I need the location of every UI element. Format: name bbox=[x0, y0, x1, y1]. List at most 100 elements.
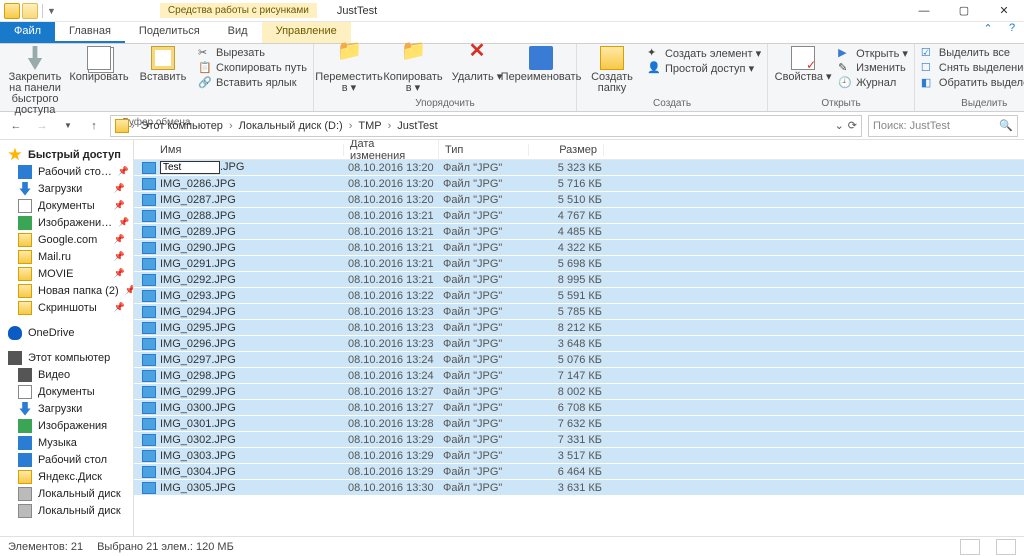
rename-input[interactable] bbox=[160, 161, 220, 174]
search-icon[interactable]: 🔍 bbox=[999, 119, 1013, 132]
delete-button[interactable]: ✕Удалить ▾ bbox=[448, 46, 506, 83]
file-row[interactable]: IMG_0298.JPG 08.10.2016 13:24 Файл "JPG"… bbox=[134, 368, 1024, 384]
column-headers[interactable]: Имя Дата изменения Тип Размер bbox=[134, 140, 1024, 160]
address-bar[interactable]: › Этот компьютер › Локальный диск (D:) ›… bbox=[110, 115, 862, 137]
nav-item[interactable]: Google.com📌 bbox=[0, 231, 133, 248]
chevron-right-icon[interactable]: › bbox=[229, 120, 233, 132]
nav-item[interactable]: Локальный диск bbox=[0, 502, 133, 519]
nav-item[interactable]: Новая папка (2)📌 bbox=[0, 282, 133, 299]
file-row[interactable]: IMG_0301.JPG 08.10.2016 13:28 Файл "JPG"… bbox=[134, 416, 1024, 432]
tab-home[interactable]: Главная bbox=[55, 22, 125, 43]
file-row[interactable]: IMG_0289.JPG 08.10.2016 13:21 Файл "JPG"… bbox=[134, 224, 1024, 240]
chevron-right-icon[interactable]: › bbox=[131, 120, 135, 132]
nav-item[interactable]: Видео bbox=[0, 366, 133, 383]
nav-item[interactable]: Документы bbox=[0, 383, 133, 400]
nav-item[interactable]: Скриншоты📌 bbox=[0, 299, 133, 316]
nav-item[interactable]: Загрузки bbox=[0, 400, 133, 417]
properties-button[interactable]: Свойства ▾ bbox=[774, 46, 832, 83]
nav-item[interactable]: Рабочий стол bbox=[0, 451, 133, 468]
nav-quick-access[interactable]: Быстрый доступ bbox=[0, 146, 133, 163]
file-row[interactable]: IMG_0297.JPG 08.10.2016 13:24 Файл "JPG"… bbox=[134, 352, 1024, 368]
file-row[interactable]: IMG_0290.JPG 08.10.2016 13:21 Файл "JPG"… bbox=[134, 240, 1024, 256]
file-list[interactable]: .JPG 08.10.2016 13:20 Файл "JPG" 5 323 К… bbox=[134, 160, 1024, 536]
file-row[interactable]: IMG_0303.JPG 08.10.2016 13:29 Файл "JPG"… bbox=[134, 448, 1024, 464]
easyaccess-button[interactable]: 👤Простой доступ ▾ bbox=[647, 61, 761, 75]
search-input[interactable]: Поиск: JustTest 🔍 bbox=[868, 115, 1018, 137]
minimize-button[interactable]: — bbox=[904, 0, 944, 22]
view-thumbs-button[interactable] bbox=[996, 539, 1016, 555]
history-button[interactable]: 🕘Журнал bbox=[838, 76, 908, 90]
maximize-button[interactable]: ▢ bbox=[944, 0, 984, 22]
forward-button[interactable]: → bbox=[32, 116, 52, 136]
refresh-icon[interactable]: ⟳ bbox=[848, 119, 857, 132]
edit-button[interactable]: ✎Изменить bbox=[838, 61, 908, 75]
qat-dropdown-icon[interactable]: ▼ bbox=[47, 6, 56, 16]
moveto-button[interactable]: 📁Переместить в ▾ bbox=[320, 46, 378, 94]
nav-item[interactable]: Загрузки📌 bbox=[0, 180, 133, 197]
back-button[interactable]: ← bbox=[6, 116, 26, 136]
file-row[interactable]: IMG_0292.JPG 08.10.2016 13:21 Файл "JPG"… bbox=[134, 272, 1024, 288]
nav-item[interactable]: Документы📌 bbox=[0, 197, 133, 214]
newitem-button[interactable]: ✦Создать элемент ▾ bbox=[647, 46, 761, 60]
col-name[interactable]: Имя bbox=[134, 144, 344, 156]
col-type[interactable]: Тип bbox=[439, 144, 529, 156]
paste-button[interactable]: Вставить bbox=[134, 46, 192, 83]
invertselect-button[interactable]: ◧Обратить выделение bbox=[921, 76, 1024, 90]
copy-button[interactable]: Копировать bbox=[70, 46, 128, 83]
rename-button[interactable]: Переименовать bbox=[512, 46, 570, 83]
tab-file[interactable]: Файл bbox=[0, 22, 55, 43]
nav-item[interactable]: Изображения bbox=[0, 417, 133, 434]
cut-button[interactable]: ✂Вырезать bbox=[198, 46, 307, 60]
col-date[interactable]: Дата изменения bbox=[344, 140, 439, 162]
selectnone-button[interactable]: ☐Снять выделение bbox=[921, 61, 1024, 75]
recent-dropdown[interactable]: ▼ bbox=[58, 116, 78, 136]
file-row[interactable]: IMG_0299.JPG 08.10.2016 13:27 Файл "JPG"… bbox=[134, 384, 1024, 400]
chevron-right-icon[interactable]: › bbox=[349, 120, 353, 132]
chevron-right-icon[interactable]: › bbox=[388, 120, 392, 132]
nav-this-pc[interactable]: Этот компьютер bbox=[0, 349, 133, 366]
file-row[interactable]: IMG_0296.JPG 08.10.2016 13:23 Файл "JPG"… bbox=[134, 336, 1024, 352]
pastelink-button[interactable]: 🔗Вставить ярлык bbox=[198, 76, 307, 90]
up-button[interactable]: ↑ bbox=[84, 116, 104, 136]
file-row[interactable]: IMG_0294.JPG 08.10.2016 13:23 Файл "JPG"… bbox=[134, 304, 1024, 320]
open-button[interactable]: ▶Открыть ▾ bbox=[838, 46, 908, 60]
file-row[interactable]: IMG_0304.JPG 08.10.2016 13:29 Файл "JPG"… bbox=[134, 464, 1024, 480]
help-icon[interactable]: ? bbox=[1000, 22, 1024, 43]
nav-pane[interactable]: Быстрый доступ Рабочий сто…📌Загрузки📌Док… bbox=[0, 140, 134, 536]
pin-button[interactable]: Закрепить на панели быстрого доступа bbox=[6, 46, 64, 116]
crumb[interactable]: JustTest bbox=[393, 120, 441, 132]
nav-item[interactable]: MOVIE📌 bbox=[0, 265, 133, 282]
file-row[interactable]: IMG_0291.JPG 08.10.2016 13:21 Файл "JPG"… bbox=[134, 256, 1024, 272]
file-row[interactable]: IMG_0293.JPG 08.10.2016 13:22 Файл "JPG"… bbox=[134, 288, 1024, 304]
nav-item[interactable]: Локальный диск bbox=[0, 485, 133, 502]
close-button[interactable]: ✕ bbox=[984, 0, 1024, 22]
selectall-button[interactable]: ☑Выделить все bbox=[921, 46, 1024, 60]
nav-item[interactable]: Изображени…📌 bbox=[0, 214, 133, 231]
crumb[interactable]: TMP bbox=[354, 120, 385, 132]
app-icon[interactable] bbox=[4, 3, 20, 19]
collapse-ribbon-icon[interactable]: ⌃ bbox=[976, 22, 1000, 43]
col-size[interactable]: Размер bbox=[529, 144, 604, 156]
file-row[interactable]: IMG_0300.JPG 08.10.2016 13:27 Файл "JPG"… bbox=[134, 400, 1024, 416]
nav-item[interactable]: Рабочий сто…📌 bbox=[0, 163, 133, 180]
crumb[interactable]: Локальный диск (D:) bbox=[235, 120, 347, 132]
file-row[interactable]: .JPG 08.10.2016 13:20 Файл "JPG" 5 323 К… bbox=[134, 160, 1024, 176]
file-row[interactable]: IMG_0305.JPG 08.10.2016 13:30 Файл "JPG"… bbox=[134, 480, 1024, 496]
file-row[interactable]: IMG_0287.JPG 08.10.2016 13:20 Файл "JPG"… bbox=[134, 192, 1024, 208]
crumb[interactable]: Этот компьютер bbox=[137, 120, 227, 132]
nav-item[interactable]: Mail.ru📌 bbox=[0, 248, 133, 265]
file-row[interactable]: IMG_0302.JPG 08.10.2016 13:29 Файл "JPG"… bbox=[134, 432, 1024, 448]
nav-item[interactable]: Яндекс.Диск bbox=[0, 468, 133, 485]
tab-view[interactable]: Вид bbox=[214, 22, 262, 43]
view-details-button[interactable] bbox=[960, 539, 980, 555]
copypath-button[interactable]: 📋Скопировать путь bbox=[198, 61, 307, 75]
file-row[interactable]: IMG_0286.JPG 08.10.2016 13:20 Файл "JPG"… bbox=[134, 176, 1024, 192]
copyto-button[interactable]: 📁Копировать в ▾ bbox=[384, 46, 442, 94]
tab-share[interactable]: Поделиться bbox=[125, 22, 214, 43]
nav-onedrive[interactable]: OneDrive bbox=[0, 324, 133, 341]
file-row[interactable]: IMG_0288.JPG 08.10.2016 13:21 Файл "JPG"… bbox=[134, 208, 1024, 224]
nav-item[interactable]: Музыка bbox=[0, 434, 133, 451]
qat-button[interactable] bbox=[22, 3, 38, 19]
addr-dropdown-icon[interactable]: ⌄ bbox=[835, 119, 844, 132]
file-row[interactable]: IMG_0295.JPG 08.10.2016 13:23 Файл "JPG"… bbox=[134, 320, 1024, 336]
